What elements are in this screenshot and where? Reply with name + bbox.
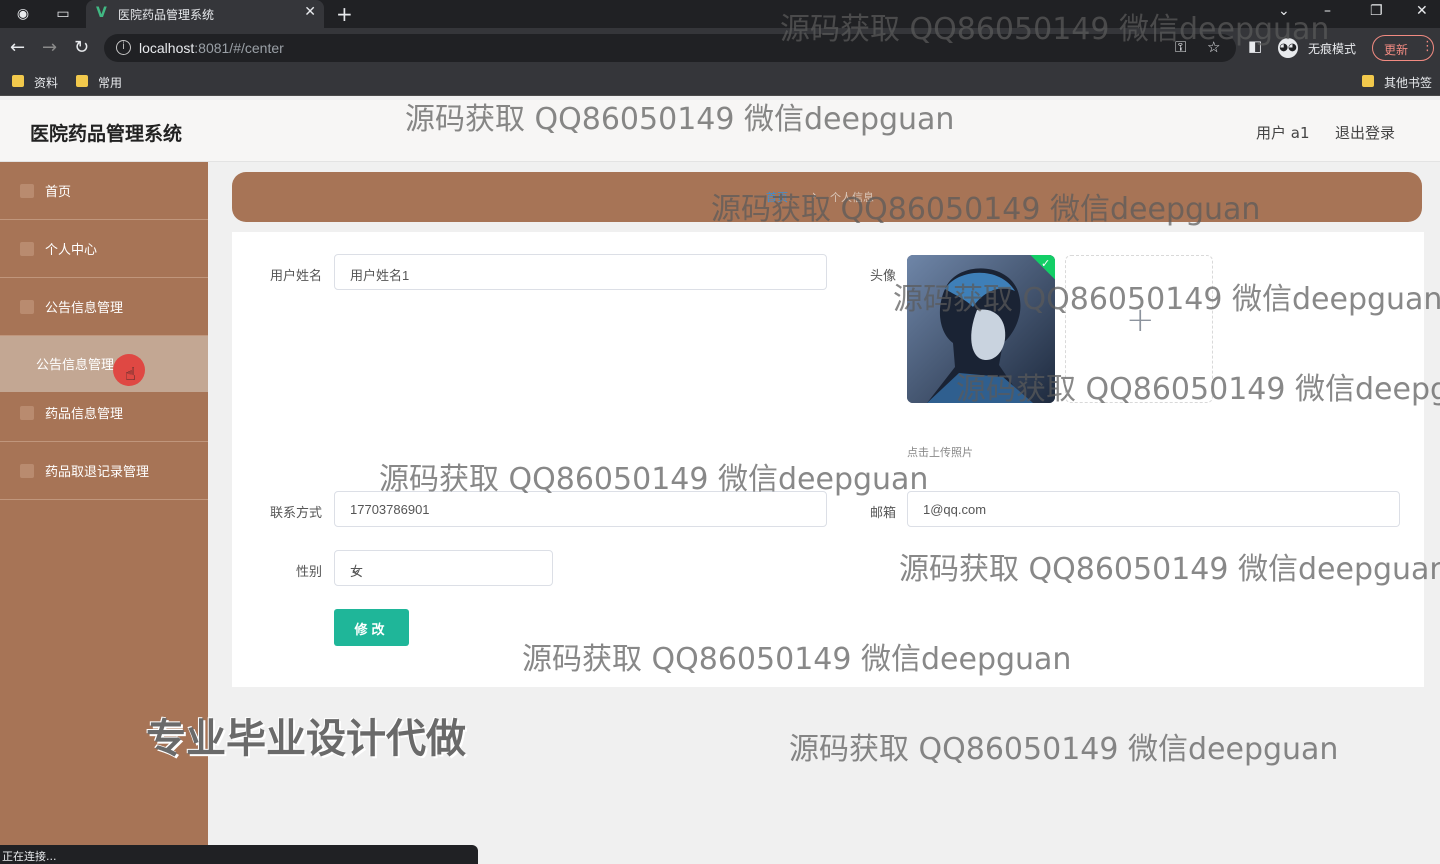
forward-icon[interactable]: → [42,37,57,58]
globe-icon[interactable]: ◉ [14,5,32,23]
close-window-icon[interactable]: ✕ [1416,3,1428,19]
folder-icon [1362,75,1374,87]
minimize-icon[interactable]: – [1324,3,1331,19]
plus-icon: + [1126,300,1155,340]
chevron-down-icon: ⌄ [350,561,361,576]
browser-tabstrip: ◉ ▭ V 医院药品管理系统 ✕ + ⌄ – ❐ ✕ [0,0,1440,28]
update-button[interactable]: 更新 ⋮ [1372,35,1434,61]
avatar-image [907,255,1055,403]
incognito-label: 无痕模式 [1308,42,1357,56]
bookmark-label: 常用 [98,76,123,90]
more-menu-icon: ⋮ [1421,39,1434,54]
url-text: localhost:8081/#/center [139,40,284,56]
promo-banner: 专业毕业设计代做 [146,716,466,762]
hand-cursor-icon: ☝ [125,364,136,385]
avatar-label: 头像 [869,269,896,284]
logout-link[interactable]: 退出登录 [1335,122,1395,143]
drug-icon [20,406,34,420]
profile-form: 用户姓名 用户姓名1 头像 ✓ + 点击上传照片 联系方式 1770378690… [232,232,1424,687]
avatar[interactable] [907,255,1055,403]
vue-favicon-icon: V [96,5,107,21]
home-icon [20,184,34,198]
bookmark-star-icon[interactable]: ☆ [1207,38,1220,56]
breadcrumb-home[interactable]: 首页 [766,189,788,205]
sidebar-item-label: 首页 [45,185,72,200]
address-bar[interactable]: i localhost:8081/#/center ⚿ ☆ [104,34,1236,62]
bookmark-label: 资料 [34,76,59,90]
current-user: 用户 a1 [1256,124,1310,142]
phone-input[interactable]: 17703786901 [334,491,827,527]
bookmarks-bar: 资料 常用 其他书签 [0,68,1440,96]
update-label: 更新 [1384,43,1409,57]
notice-icon [20,300,34,314]
incognito-icon: ◕◕ [1278,38,1298,58]
breadcrumb-separator-icon: › [812,188,817,202]
browser-toolbar: ← → ↻ i localhost:8081/#/center ⚿ ☆ ◧ ◕◕… [0,28,1440,68]
submit-button[interactable]: 修改 [334,609,409,646]
new-tab-icon[interactable]: + [336,2,353,26]
tab-search-icon[interactable]: ⌄ [1278,3,1290,19]
browser-tab-active[interactable]: V 医院药品管理系统 ✕ [86,0,324,28]
incognito-indicator[interactable]: ◕◕ 无痕模式 [1276,35,1366,61]
sidebar-item-label: 公告信息管理 [45,301,124,316]
sidebar-item-label: 药品取退记录管理 [45,465,150,480]
status-text: 正在连接... [2,850,57,863]
close-tab-icon[interactable]: ✕ [304,4,316,20]
user-icon [20,242,34,256]
key-icon[interactable]: ⚿ [1175,38,1186,56]
sidebar-item-label: 药品信息管理 [45,407,124,422]
reload-icon[interactable]: ↻ [74,37,89,58]
breadcrumb-current: 个人信息 [830,191,874,204]
submit-label: 修改 [354,623,389,638]
sidebar-item-label: 个人中心 [45,243,98,258]
tab-title: 医院药品管理系统 [118,8,215,22]
restore-icon[interactable]: ❐ [1370,3,1383,19]
sidebar-item-home[interactable]: 首页 [0,162,208,220]
check-icon: ✓ [1041,257,1051,270]
phone-value: 17703786901 [350,502,430,517]
back-icon[interactable]: ← [10,37,25,58]
avatar-upload-button[interactable]: + [1065,255,1213,403]
tab-list-icon[interactable]: ▭ [54,5,72,23]
gender-select[interactable]: 女 ⌄ [334,550,553,586]
sidebar-item-profile[interactable]: 个人中心 [0,220,208,278]
browser-status-bar: 正在连接... [0,845,478,864]
name-input[interactable]: 用户姓名1 [334,254,827,290]
site-info-icon[interactable]: i [116,40,131,55]
folder-icon [12,75,24,87]
email-label: 邮箱 [869,506,896,521]
sidebar-subitem-label: 公告信息管理 [36,358,115,373]
sidebar-item-notices[interactable]: 公告信息管理 [0,278,208,336]
sidebar-item-drug-records[interactable]: 药品取退记录管理 [0,442,208,500]
email-value: 1@qq.com [923,502,987,517]
name-label: 用户姓名 [269,269,322,284]
breadcrumb: 首页 › 个人信息 [232,172,1422,222]
upload-hint: 点击上传照片 [907,446,973,459]
app-title: 医院药品管理系统 [30,123,183,145]
gender-label: 性别 [295,565,322,580]
record-icon [20,464,34,478]
email-input[interactable]: 1@qq.com [907,491,1400,527]
name-value: 用户姓名1 [350,268,410,283]
sidebar-item-drugs[interactable]: 药品信息管理 [0,384,208,442]
phone-label: 联系方式 [269,506,322,521]
app-header: 医院药品管理系统 用户 a1 退出登录 [0,100,1440,162]
sidepanel-icon[interactable]: ◧ [1248,37,1262,55]
watermark: 源码获取 QQ86050149 微信deepguan [789,732,1339,767]
folder-icon [76,75,88,87]
bookmark-label: 其他书签 [1384,76,1433,90]
